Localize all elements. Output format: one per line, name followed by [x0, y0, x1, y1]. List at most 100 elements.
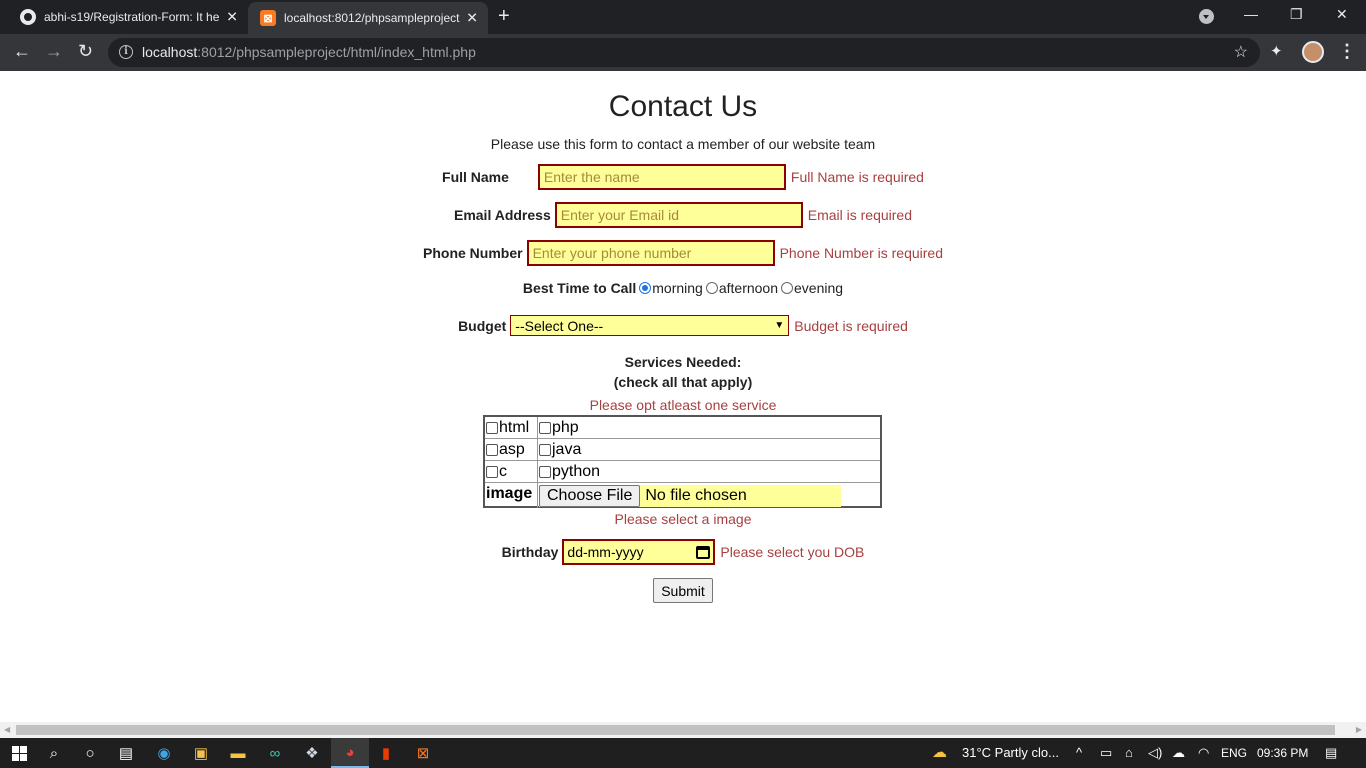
search-icon[interactable]: ⌕	[44, 743, 64, 763]
services-table: html php asp java c python image Choose …	[483, 415, 882, 508]
notifications-icon[interactable]: ▤	[1325, 745, 1337, 761]
birthday-input[interactable]: dd-mm-yyyy	[562, 539, 716, 565]
checkbox-html[interactable]	[486, 421, 498, 434]
infinity-app-icon[interactable]: ∞	[265, 743, 285, 763]
birthday-placeholder: dd-mm-yyyy	[567, 544, 644, 560]
close-window-button[interactable]: ✕	[1336, 6, 1348, 23]
full-name-row: Full Name Enter the name Full Name is re…	[0, 164, 1366, 190]
xampp-taskbar-icon[interactable]: ⊠	[413, 743, 433, 763]
phone-label: Phone Number	[423, 245, 523, 261]
table-row: c python	[485, 461, 880, 483]
radio-label-afternoon: afternoon	[718, 280, 779, 296]
checkbox-python[interactable]	[539, 465, 551, 478]
services-heading: Services Needed: (check all that apply)	[0, 352, 1366, 392]
tab-title: abhi-s19/Registration-Form: It he	[44, 10, 220, 24]
table-cell: python	[538, 461, 880, 482]
close-tab-icon[interactable]: ✕	[466, 10, 478, 27]
url-host: localhost	[142, 44, 198, 60]
page-content: Contact Us Please use this form to conta…	[0, 71, 1366, 722]
horizontal-scrollbar[interactable]: ◀ ▶	[0, 722, 1366, 738]
phone-row: Phone Number Enter your phone number Pho…	[0, 240, 1366, 266]
language-indicator[interactable]: ENG	[1221, 746, 1247, 760]
new-tab-button[interactable]: +	[498, 5, 510, 28]
tab-github[interactable]: abhi-s19/Registration-Form: It he ✕	[8, 0, 248, 34]
dropbox-icon[interactable]: ❖	[302, 743, 322, 763]
phone-error: Phone Number is required	[779, 245, 943, 261]
onedrive-icon[interactable]: ☁	[1172, 745, 1185, 761]
xampp-icon: ⊠	[260, 10, 276, 26]
profile-avatar[interactable]	[1302, 41, 1324, 63]
url-text[interactable]: localhost:8012/phpsampleproject/html/ind…	[142, 44, 476, 60]
email-label: Email Address	[453, 207, 551, 223]
office-icon[interactable]: ▮	[376, 743, 396, 763]
usb-icon[interactable]: ⌂	[1125, 745, 1133, 760]
file-explorer-icon[interactable]: ▬	[228, 743, 248, 763]
forward-button[interactable]: →	[45, 41, 63, 62]
birthday-error: Please select you DOB	[720, 544, 865, 560]
back-button[interactable]: ←	[13, 41, 31, 62]
windows-start-icon[interactable]	[9, 743, 29, 763]
birthday-label: Birthday	[501, 544, 559, 560]
scrollbar-thumb[interactable]	[16, 725, 1335, 735]
volume-icon[interactable]: ◁)	[1148, 745, 1162, 761]
battery-icon[interactable]: ▭	[1100, 745, 1112, 761]
scroll-right-icon[interactable]: ▶	[1356, 725, 1362, 734]
full-name-input[interactable]: Enter the name	[537, 164, 786, 190]
birthday-row: Birthday dd-mm-yyyy Please select you DO…	[0, 539, 1366, 565]
wifi-icon[interactable]: ◠	[1198, 745, 1209, 761]
restore-button[interactable]: ❐	[1290, 6, 1303, 23]
reload-button[interactable]: ↻	[78, 41, 93, 62]
scroll-left-icon[interactable]: ◀	[4, 725, 10, 734]
radio-evening[interactable]	[781, 282, 794, 294]
choose-file-button[interactable]: Choose File	[539, 485, 641, 507]
email-row: Email Address Enter your Email id Email …	[0, 202, 1366, 228]
task-view-icon[interactable]: ▤	[116, 743, 136, 763]
image-file-input[interactable]: Choose File No file chosen	[539, 485, 841, 507]
browser-toolbar: ← → ↻ i localhost:8012/phpsampleproject/…	[0, 34, 1366, 71]
checkbox-php[interactable]	[539, 421, 551, 434]
tab-localhost[interactable]: ⊠ localhost:8012/phpsampleproject ✕	[248, 2, 488, 34]
url-path: :8012/phpsampleproject/html/index_html.p…	[197, 44, 476, 60]
weather-icon[interactable]: ☁	[932, 743, 947, 761]
submit-button[interactable]: Submit	[653, 578, 713, 603]
phone-input[interactable]: Enter your phone number	[526, 240, 775, 266]
edge-icon[interactable]: ◉	[154, 743, 174, 763]
minimize-button[interactable]: —	[1244, 6, 1258, 22]
email-error: Email is required	[807, 207, 912, 223]
clock[interactable]: 09:36 PM	[1257, 746, 1308, 760]
close-tab-icon[interactable]: ✕	[226, 9, 238, 26]
tab-strip: abhi-s19/Registration-Form: It he ✕ ⊠ lo…	[0, 0, 1366, 34]
checkbox-label: asp	[499, 440, 525, 458]
chrome-icon[interactable]: ◕	[331, 738, 369, 768]
checkbox-label: python	[552, 462, 601, 480]
checkbox-asp[interactable]	[486, 443, 498, 456]
radio-afternoon[interactable]	[705, 282, 718, 294]
budget-select[interactable]: --Select One-- ▼	[510, 315, 790, 336]
calendar-icon[interactable]	[696, 545, 711, 559]
table-cell: c	[485, 461, 538, 482]
cortana-icon[interactable]: ○	[80, 743, 100, 763]
email-input[interactable]: Enter your Email id	[554, 202, 803, 228]
checkbox-c[interactable]	[486, 465, 498, 478]
extensions-icon[interactable]: ✦	[1270, 42, 1283, 60]
full-name-error: Full Name is required	[790, 169, 924, 185]
image-error: Please select a image	[614, 511, 752, 527]
tab-search-icon[interactable]	[1199, 9, 1214, 24]
services-title: Services Needed:	[624, 354, 742, 370]
best-time-label: Best Time to Call	[522, 280, 637, 296]
weather-text[interactable]: 31°C Partly clo...	[962, 745, 1059, 760]
full-name-label: Full Name	[442, 169, 509, 185]
bookmark-star-icon[interactable]: ☆	[1234, 42, 1248, 62]
store-icon[interactable]: ▣	[191, 743, 211, 763]
radio-morning[interactable]	[639, 282, 652, 294]
checkbox-java[interactable]	[539, 443, 551, 456]
services-error: Please opt atleast one service	[589, 397, 777, 413]
budget-row: Budget --Select One-- ▼ Budget is requir…	[0, 315, 1366, 336]
info-icon[interactable]: i	[119, 45, 133, 59]
address-bar[interactable]: i localhost:8012/phpsampleproject/html/i…	[108, 38, 1260, 67]
checkbox-label: c	[499, 462, 507, 480]
chevron-up-icon[interactable]: ^	[1076, 745, 1082, 760]
table-row: asp java	[485, 439, 880, 461]
table-cell: html	[485, 417, 538, 438]
menu-icon[interactable]: ⋮	[1338, 41, 1356, 62]
